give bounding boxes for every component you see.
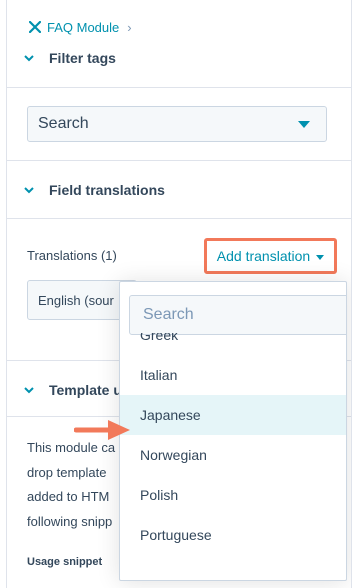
divider	[7, 218, 351, 219]
usage-snippet-label: Usage snippet	[27, 556, 103, 568]
chevron-right-icon: ›	[127, 19, 132, 35]
sprocket-icon	[29, 21, 41, 33]
chevron-down-icon	[23, 184, 35, 196]
section-header-field-translations[interactable]: Field translations	[7, 170, 351, 210]
add-translation-button[interactable]: Add translation	[204, 238, 337, 274]
template-usage-description: This module ca drop template added to HT…	[27, 436, 127, 534]
language-option-japanese[interactable]: Japanese	[120, 395, 346, 435]
dropdown-pointer	[251, 282, 269, 290]
section-header-filter-tags[interactable]: Filter tags	[7, 38, 351, 78]
language-search-input[interactable]	[129, 295, 346, 335]
section-title: Field translations	[49, 182, 165, 198]
language-dropdown: Greek Italian Japanese Norwegian Polish …	[119, 281, 347, 581]
add-translation-label: Add translation	[216, 248, 311, 264]
caret-down-icon	[316, 254, 325, 260]
section-title: Filter tags	[49, 50, 116, 66]
chevron-down-icon	[23, 384, 35, 396]
language-option-polish[interactable]: Polish	[120, 475, 346, 515]
language-option-greek[interactable]: Greek	[120, 333, 346, 355]
filter-tags-select[interactable]: Search	[27, 106, 327, 142]
chevron-down-icon	[23, 52, 35, 64]
arrow-right-icon	[74, 420, 130, 440]
divider	[7, 160, 351, 161]
caret-down-icon	[298, 121, 310, 128]
language-option-italian[interactable]: Italian	[120, 355, 346, 395]
select-value: Search	[38, 115, 89, 132]
divider	[7, 87, 351, 88]
section-title: Template u	[49, 382, 122, 398]
breadcrumb-label[interactable]: FAQ Module	[47, 20, 119, 35]
description-line: added to HTM	[27, 489, 110, 504]
language-options-list[interactable]: Greek Italian Japanese Norwegian Polish …	[120, 333, 346, 580]
language-value: English (sour	[38, 292, 114, 308]
translations-label: Translations (1)	[27, 248, 117, 263]
sidebar-panel: FAQ Module › Filter tags Search Field tr…	[6, 0, 352, 588]
language-option-portuguese[interactable]: Portuguese	[120, 515, 346, 555]
breadcrumb[interactable]: FAQ Module ›	[29, 18, 132, 36]
language-option-norwegian[interactable]: Norwegian	[120, 435, 346, 475]
description-line: following snipp	[27, 513, 113, 529]
description-line: drop template	[27, 464, 107, 480]
